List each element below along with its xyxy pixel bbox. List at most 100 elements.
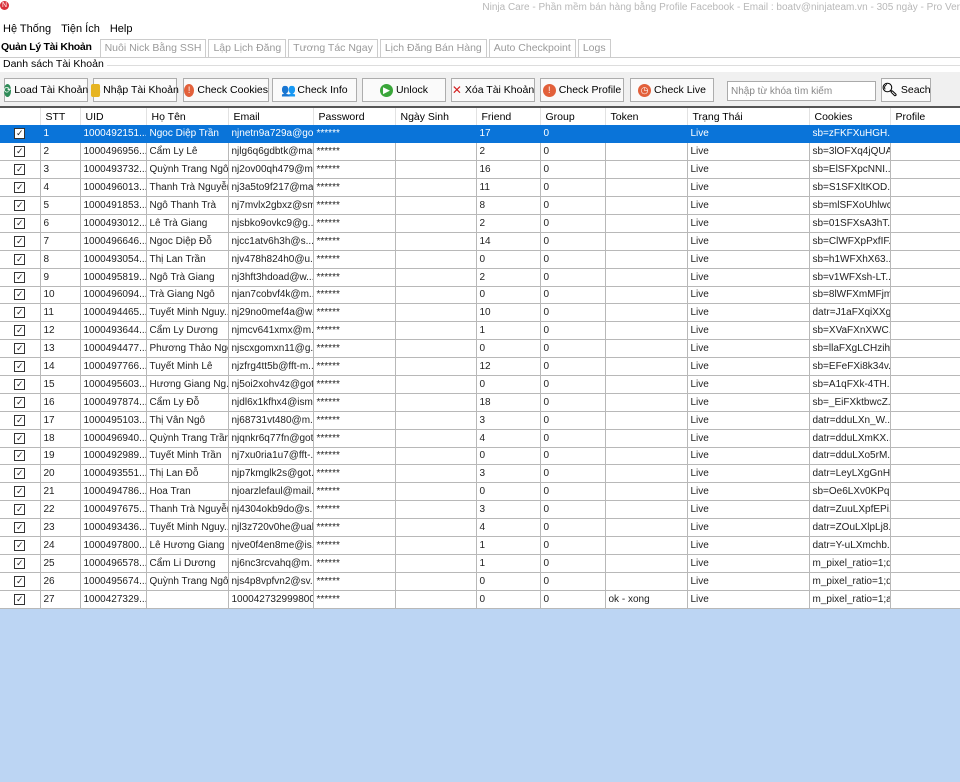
row-checkbox[interactable]: ✓: [14, 575, 26, 587]
menu-help[interactable]: Help: [110, 20, 133, 38]
row-checkbox[interactable]: ✓: [14, 146, 26, 158]
row-checkbox[interactable]: ✓: [14, 289, 26, 301]
tab-3[interactable]: Tương Tác Ngay: [288, 39, 378, 57]
load-tai-khoan-button[interactable]: ⟳ Load Tài Khoản: [3, 78, 88, 102]
row-checkbox[interactable]: ✓: [14, 128, 26, 140]
table-row[interactable]: ✓ 10 1000496094... Trà Giang Ngô njan7cobvf4…: [0, 286, 960, 305]
tab-4[interactable]: Lịch Đăng Bán Hàng: [379, 39, 487, 57]
row-checkbox[interactable]: ✓: [14, 539, 26, 551]
table-row[interactable]: ✓ 26 1000495674... Quỳnh Trang Ngô njs4p8vpf…: [0, 572, 960, 591]
column-header[interactable]: STT: [40, 108, 81, 125]
cell-group: 0: [540, 447, 606, 466]
button-label: Check Live: [654, 84, 706, 96]
table-row[interactable]: ✓ 17 1000495103... Thị Vân Ngô nj68731vt480@…: [0, 411, 960, 430]
row-checkbox[interactable]: ✓: [14, 217, 26, 229]
column-header[interactable]: Email: [228, 108, 314, 125]
row-checkbox[interactable]: ✓: [14, 522, 26, 534]
cell-uid: 1000496013...: [80, 178, 147, 198]
row-checkbox[interactable]: ✓: [14, 200, 26, 211]
search-input[interactable]: [727, 81, 876, 101]
table-row[interactable]: ✓ 14 1000497766... Tuyết Minh Lê njzfrg4tt5b…: [0, 357, 960, 376]
row-checkbox[interactable]: ✓: [14, 378, 26, 390]
column-header[interactable]: Group: [540, 108, 606, 125]
check-info-button[interactable]: 👥 Check Info: [272, 78, 357, 102]
row-checkbox[interactable]: ✓: [14, 253, 26, 265]
table-row[interactable]: ✓ 1 1000492151... Ngoc Diệp Trần njnetn9a729…: [0, 125, 960, 144]
table-row[interactable]: ✓ 23 1000493436... Tuyết Minh Nguy... njl3z7…: [0, 518, 960, 537]
row-checkbox[interactable]: ✓: [14, 414, 26, 426]
table-row[interactable]: ✓ 22 1000497675... Thanh Trà Nguyễn nj4304ok…: [0, 500, 960, 520]
check-profile-button[interactable]: ! Check Profile: [540, 78, 624, 102]
table-row[interactable]: ✓ 15 1000495603... Hương Giang Ng... nj5oi2x…: [0, 375, 960, 394]
row-checkbox[interactable]: ✓: [14, 396, 26, 408]
table-row[interactable]: ✓ 12 1000493644... Cẩm Ly Dương njmcv641xmx@…: [0, 321, 960, 341]
column-header[interactable]: Profile: [890, 108, 960, 125]
column-header[interactable]: Họ Tên: [146, 108, 229, 125]
column-header[interactable]: Ngày Sinh: [395, 108, 477, 125]
menu-he-thong[interactable]: Hệ Thống: [3, 20, 51, 38]
row-checkbox[interactable]: ✓: [14, 557, 26, 569]
cell-name: Tuyết Minh Nguy...: [146, 518, 229, 537]
column-header[interactable]: Password: [313, 108, 396, 125]
table-row[interactable]: ✓ 3 1000493732... Quỳnh Trang Ngô nj2ov00qh4…: [0, 160, 960, 180]
table-row[interactable]: ✓ 20 1000493551... Thị Lan Đỗ njp7kmglk2s@go…: [0, 464, 960, 484]
cell-name: Ngô Trà Giang: [146, 268, 229, 287]
row-checkbox[interactable]: ✓: [14, 182, 26, 194]
table-row[interactable]: ✓ 7 1000496646... Ngoc Diệp Đỗ njcc1atv6h3h@…: [0, 232, 960, 251]
table-row[interactable]: ✓ 4 1000496013... Thanh Trà Nguyễn nj3a5to9f…: [0, 178, 960, 198]
table-row[interactable]: ✓ 5 1000491853... Ngô Thanh Trà nj7mvlx2gbxz…: [0, 196, 960, 215]
row-checkbox[interactable]: ✓: [14, 325, 26, 337]
row-checkbox[interactable]: ✓: [14, 468, 26, 480]
check-cookies-button[interactable]: ! Check Cookies: [183, 78, 269, 102]
tab-2[interactable]: Lập Lịch Đăng: [208, 39, 287, 57]
unlock-button[interactable]: ▶ Unlock: [362, 78, 446, 102]
table-row[interactable]: ✓ 8 1000493054... Thị Lan Trần njv478h824h0@…: [0, 250, 960, 269]
cell-profile: [890, 286, 960, 305]
column-header[interactable]: Token: [605, 108, 688, 125]
column-header[interactable]: Trạng Thái: [687, 108, 810, 125]
row-checkbox[interactable]: ✓: [14, 164, 26, 176]
table-row[interactable]: ✓ 21 1000494786... Hoa Tran njoarzlefaul@mai…: [0, 482, 960, 502]
table-row[interactable]: ✓ 16 1000497874... Cẩm Ly Đỗ njdl6x1kfhx4@is…: [0, 393, 960, 412]
tab-0[interactable]: Quản Lý Tài Khoản: [0, 39, 96, 57]
column-header[interactable]: [0, 108, 41, 125]
row-checkbox[interactable]: ✓: [14, 307, 26, 319]
cell-token: [605, 572, 688, 591]
xoa-tai-khoan-button[interactable]: ✕ Xóa Tài Khoản: [451, 78, 535, 102]
cell-stt: 6: [40, 214, 81, 233]
table-row[interactable]: ✓ 13 1000494477... Phương Thảo Ngô njscxgomx…: [0, 339, 960, 359]
search-button[interactable]: 🔍︎ Seach: [881, 78, 931, 102]
column-header[interactable]: Cookies: [809, 108, 891, 125]
table-row[interactable]: ✓21000496956...Cẩm Ly Lênjlg6q6gdbtk@mai…: [0, 142, 960, 162]
menu-tien-ich[interactable]: Tiện Ích: [61, 20, 100, 38]
row-checkbox[interactable]: ✓: [14, 486, 26, 498]
row-checkbox[interactable]: ✓: [14, 504, 26, 516]
nhap-tai-khoan-button[interactable]: ▬ Nhập Tài Khoản: [91, 78, 179, 102]
tab-6[interactable]: Logs: [577, 39, 611, 57]
row-checkbox[interactable]: ✓: [14, 271, 26, 283]
table-row[interactable]: ✓ 19 1000492989... Tuyết Minh Trần nj7xu0ria…: [0, 447, 960, 466]
cell-cookies: sb=llaFXgLCHzih...: [809, 339, 891, 359]
column-header[interactable]: Friend: [476, 108, 541, 125]
row-checkbox[interactable]: ✓: [14, 235, 26, 247]
table-row[interactable]: ✓ 11 1000494465... Tuyết Minh Nguy... nj29no…: [0, 303, 960, 323]
table-row[interactable]: ✓ 9 1000495819... Ngô Trà Giang nj3hft3hdoad…: [0, 268, 960, 287]
cell-group: 0: [540, 554, 606, 573]
tab-1[interactable]: Nuôi Nick Bằng SSH: [99, 39, 207, 57]
column-header[interactable]: UID: [80, 108, 147, 125]
cell-birthday: [395, 464, 477, 484]
tab-5[interactable]: Auto Checkpoint: [488, 39, 576, 57]
cell-profile: [890, 268, 960, 287]
row-checkbox[interactable]: ✓: [14, 361, 26, 373]
row-checkbox[interactable]: ✓: [14, 450, 26, 462]
row-checkbox[interactable]: ✓: [14, 593, 26, 605]
cell-uid: 1000496646...: [80, 232, 147, 251]
check-live-button[interactable]: ◷ Check Live: [630, 78, 714, 102]
row-checkbox[interactable]: ✓: [14, 343, 26, 355]
row-checkbox[interactable]: ✓: [14, 432, 26, 444]
table-row[interactable]: ✓ 25 1000496578... Cẩm Li Dương nj6nc3rcvahq…: [0, 554, 960, 573]
table-row[interactable]: ✓ 18 1000496940... Quỳnh Trang Trần njqnkr6q…: [0, 429, 960, 448]
table-row[interactable]: ✓ 27 1000427329... 100042732999800 ****** 0 0 o…: [0, 590, 960, 609]
table-row[interactable]: ✓ 24 1000497800... Lê Hương Giang njve0f4en8…: [0, 536, 960, 555]
table-row[interactable]: ✓ 6 1000493012... Lê Trà Giang njsbko9ovkc9@…: [0, 214, 960, 233]
